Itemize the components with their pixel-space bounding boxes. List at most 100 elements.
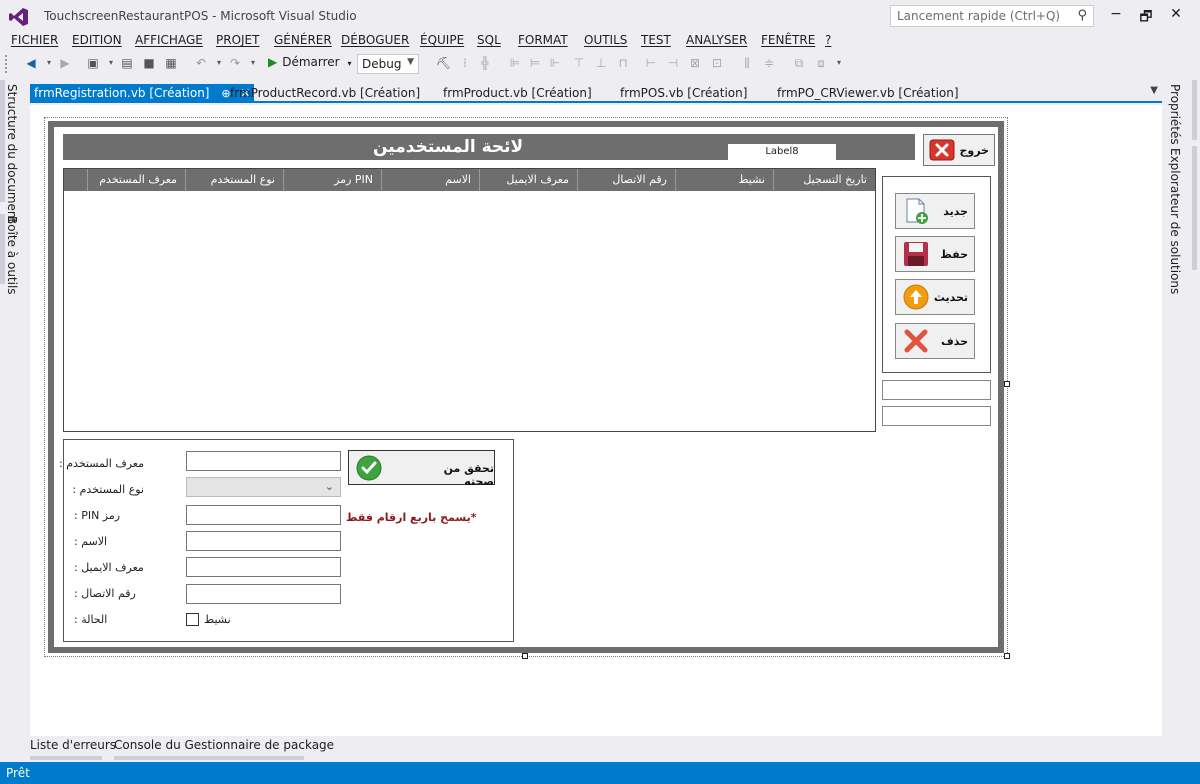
menu-equipe[interactable]: ÉQUIPE: [420, 33, 464, 47]
tab-frmproductrecord[interactable]: frmProductRecord.vb [Création]: [226, 84, 424, 103]
active-checkbox[interactable]: [186, 613, 199, 626]
menu-outils[interactable]: OUTILS: [584, 33, 627, 47]
align-vmiddle-icon[interactable]: ⊥: [594, 56, 608, 70]
align-right-icon[interactable]: ⊩: [548, 56, 562, 70]
redo-icon[interactable]: ↷: [228, 56, 242, 70]
resize-handle-corner[interactable]: [1004, 653, 1010, 659]
restore-button[interactable]: 🗗: [1134, 6, 1158, 25]
column-header-name[interactable]: الاسم: [382, 169, 480, 191]
hidden-textbox-2[interactable]: [882, 406, 991, 426]
align-top-icon[interactable]: ⊤: [572, 56, 586, 70]
align-bottom-icon[interactable]: ⊓: [616, 56, 630, 70]
start-debugging-button[interactable]: ▶ Démarrer ▾: [268, 55, 351, 73]
same-size-icon[interactable]: ⊠: [688, 56, 702, 70]
search-icon[interactable]: ⚲: [1077, 8, 1087, 23]
chevron-down-icon: ▼: [407, 57, 414, 67]
pin-field[interactable]: [186, 505, 341, 525]
find-in-files-icon[interactable]: ⛏: [436, 56, 451, 70]
menu-fenetre[interactable]: FENÊTRE: [761, 33, 815, 47]
resize-handle-bottom[interactable]: [522, 653, 528, 659]
menu-projet[interactable]: PROJET: [216, 33, 259, 47]
menu-fichier[interactable]: FICHIER: [11, 33, 58, 47]
tab-overflow-dropdown-icon[interactable]: ▼: [1150, 85, 1158, 96]
open-file-icon[interactable]: ▤: [120, 56, 134, 70]
bring-to-front-icon[interactable]: ⧉: [792, 56, 806, 70]
column-header-active[interactable]: نشيط: [676, 169, 774, 191]
new-project-icon[interactable]: ▣: [86, 56, 100, 70]
menu-test[interactable]: TEST: [641, 33, 671, 47]
new-dropdown-icon[interactable]: ▾: [104, 56, 118, 70]
hidden-textbox-1[interactable]: [882, 380, 991, 400]
window-title: TouchscreenRestaurantPOS - Microsoft Vis…: [44, 9, 357, 23]
save-icon[interactable]: ■: [142, 56, 156, 70]
menu-analyser[interactable]: ANALYSER: [686, 33, 747, 47]
back-dropdown-icon[interactable]: ▾: [42, 56, 56, 70]
verify-button[interactable]: تحقق من صحته: [348, 450, 495, 488]
vertical-spacing-icon[interactable]: ≑: [762, 56, 776, 70]
close-window-button[interactable]: ✕: [1164, 6, 1188, 24]
menu-format[interactable]: FORMAT: [518, 33, 568, 47]
user-id-field[interactable]: [186, 451, 341, 471]
column-header-user-type[interactable]: نوع المستخدم: [186, 169, 284, 191]
tab-frmpos[interactable]: frmPOS.vb [Création]: [616, 84, 751, 103]
exit-label: خروج: [959, 144, 989, 157]
label8[interactable]: Label8: [728, 144, 836, 164]
column-header-user-id[interactable]: معرف المستخدم: [88, 169, 186, 191]
column-header-email[interactable]: معرف الايميل: [480, 169, 578, 191]
minimize-button[interactable]: −: [1104, 6, 1128, 24]
forward-icon[interactable]: ▶: [58, 56, 72, 70]
resize-handle-right[interactable]: [1004, 381, 1010, 387]
menu-edition[interactable]: EDITION: [72, 33, 122, 47]
name-field[interactable]: [186, 531, 341, 551]
tab-error-list[interactable]: Liste d'erreurs: [30, 738, 116, 752]
header-panel[interactable]: لائحة المستخدمين Label8: [63, 134, 915, 164]
solution-config-select[interactable]: Debug ▼: [357, 54, 419, 74]
tab-frmproduct[interactable]: frmProduct.vb [Création]: [439, 84, 596, 103]
save-all-icon[interactable]: ▦: [164, 56, 178, 70]
tab-frmregistration[interactable]: frmRegistration.vb [Création] ⊕ ✕: [30, 84, 255, 103]
users-datagrid[interactable]: معرف المستخدم نوع المستخدم PIN رمز الاسم…: [63, 168, 876, 432]
same-height-icon[interactable]: ⊣: [666, 56, 680, 70]
align-middle-icon[interactable]: ⊨: [528, 56, 542, 70]
delete-button[interactable]: حذف: [895, 323, 975, 359]
menu-affichage[interactable]: AFFICHAGE: [135, 33, 203, 47]
exit-button[interactable]: خروج: [923, 134, 995, 166]
align-grid-icon[interactable]: ⁞: [458, 56, 472, 70]
menu-sql[interactable]: SQL: [477, 33, 501, 47]
menu-generer[interactable]: GÉNÉRER: [274, 33, 332, 47]
tab-toolbox[interactable]: Boîte à outils: [5, 216, 19, 295]
toolbar-overflow-icon[interactable]: ▾: [832, 56, 846, 70]
column-header-contact[interactable]: رقم الاتصال: [578, 169, 676, 191]
size-to-grid-icon[interactable]: ⊡: [710, 56, 724, 70]
contact-field[interactable]: [186, 584, 341, 604]
tab-properties[interactable]: Propriétés: [1168, 84, 1182, 145]
column-header-pin[interactable]: PIN رمز: [284, 169, 382, 191]
new-button[interactable]: جديد: [895, 193, 975, 229]
form-frame[interactable]: لائحة المستخدمين Label8 خروج معرف المستخ…: [48, 121, 1004, 653]
send-to-back-icon[interactable]: ⧈: [814, 56, 828, 70]
tab-package-manager-console[interactable]: Console du Gestionnaire de package: [114, 738, 334, 752]
update-button[interactable]: تحديث: [895, 279, 975, 315]
redo-dropdown-icon[interactable]: ▾: [246, 56, 260, 70]
menu-help[interactable]: ?: [825, 33, 831, 47]
form-selection-border[interactable]: لائحة المستخدمين Label8 خروج معرف المستخ…: [44, 117, 1010, 659]
grid-corner-cell[interactable]: [64, 169, 88, 191]
undo-icon[interactable]: ↶: [194, 56, 208, 70]
column-header-reg-date[interactable]: تاريخ التسجيل: [774, 169, 875, 191]
align-left-icon[interactable]: ⊫: [508, 56, 522, 70]
toolbar-grip[interactable]: [5, 55, 9, 73]
tab-solution-explorer[interactable]: Explorateur de solutions: [1168, 148, 1182, 294]
tab-frmpo-crviewer[interactable]: frmPO_CRViewer.vb [Création]: [773, 84, 963, 103]
undo-dropdown-icon[interactable]: ▾: [212, 56, 226, 70]
user-type-select[interactable]: ⌄: [186, 477, 341, 497]
horizontal-spacing-icon[interactable]: ⫼: [740, 56, 754, 70]
back-icon[interactable]: ◀: [24, 56, 38, 70]
menu-deboguer[interactable]: DÉBOGUER: [341, 33, 409, 47]
tab-document-outline[interactable]: Structure du document: [5, 84, 19, 223]
align-center-icon[interactable]: ╬: [478, 56, 492, 70]
save-button[interactable]: حفظ: [895, 236, 975, 272]
document-tab-strip: frmRegistration.vb [Création] ⊕ ✕ frmPro…: [30, 84, 1162, 103]
same-width-icon[interactable]: ⊢: [644, 56, 658, 70]
email-field[interactable]: [186, 557, 341, 577]
quick-launch-input[interactable]: Lancement rapide (Ctrl+Q) ⚲: [890, 5, 1094, 27]
